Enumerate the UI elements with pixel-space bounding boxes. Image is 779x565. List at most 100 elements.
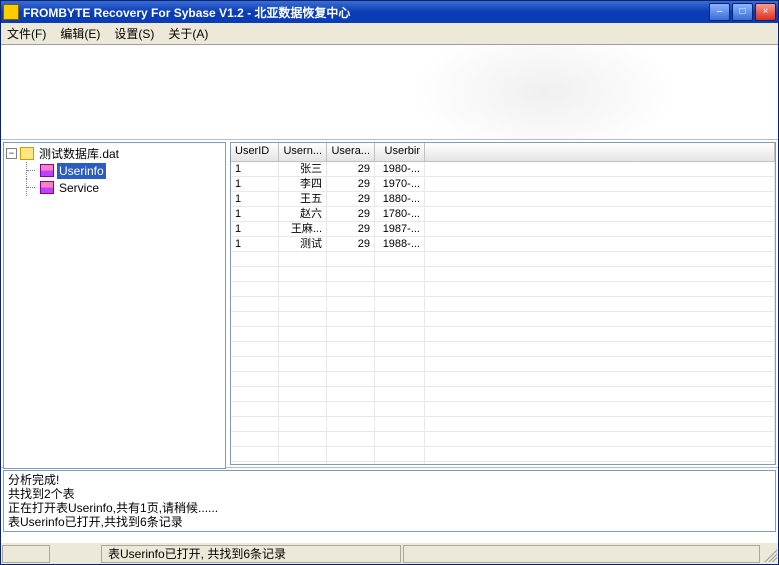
log-line: 正在打开表Userinfo,共有1页,请稍候...... xyxy=(8,501,771,515)
table-cell xyxy=(425,447,775,461)
tree-item[interactable]: Userinfo xyxy=(26,162,223,179)
table-cell xyxy=(327,402,375,416)
close-button[interactable]: × xyxy=(755,3,776,21)
table-row[interactable]: 1测试291988-... xyxy=(231,237,775,252)
table-row[interactable]: 1张三291980-... xyxy=(231,162,775,177)
table-cell xyxy=(425,327,775,341)
table-row[interactable]: 1李四291970-... xyxy=(231,177,775,192)
table-cell: 29 xyxy=(327,192,375,206)
table-cell xyxy=(375,327,425,341)
main-panel: − 测试数据库.dat UserinfoService UserID Usern… xyxy=(1,140,778,468)
table-row-empty xyxy=(231,297,775,312)
table-row-empty xyxy=(231,447,775,462)
table-cell: 29 xyxy=(327,162,375,176)
table-row[interactable]: 1王麻...291987-... xyxy=(231,222,775,237)
table-row[interactable]: 1王五291880-... xyxy=(231,192,775,207)
table-cell xyxy=(231,282,279,296)
table-cell xyxy=(425,252,775,266)
menu-settings[interactable]: 设置(S) xyxy=(114,25,154,42)
data-grid[interactable]: UserID Usern... Usera... Userbir 1张三2919… xyxy=(230,142,776,465)
column-header-username[interactable]: Usern... xyxy=(279,143,327,161)
table-cell xyxy=(327,312,375,326)
tree-connector-icon xyxy=(26,162,37,179)
resize-grip-icon[interactable] xyxy=(761,546,777,562)
table-cell xyxy=(231,447,279,461)
window-controls: – □ × xyxy=(709,3,776,21)
tree-item-label: Service xyxy=(57,180,101,196)
window-title: FROMBYTE Recovery For Sybase V1.2 - 北亚数据… xyxy=(23,4,709,21)
app-icon xyxy=(3,4,19,20)
table-cell xyxy=(231,387,279,401)
table-cell xyxy=(375,387,425,401)
table-cell xyxy=(231,327,279,341)
table-cell xyxy=(425,372,775,386)
table-cell xyxy=(279,417,327,431)
table-cell: 1780-... xyxy=(375,207,425,221)
column-header-userbirth[interactable]: Userbir xyxy=(375,143,425,161)
table-cell: 29 xyxy=(327,222,375,236)
table-cell xyxy=(375,372,425,386)
status-bar: 表Userinfo已打开, 共找到6条记录 xyxy=(1,542,778,564)
table-cell: 赵六 xyxy=(279,207,327,221)
column-header-userid[interactable]: UserID xyxy=(231,143,279,161)
column-header-spacer xyxy=(425,143,775,161)
title-bar: FROMBYTE Recovery For Sybase V1.2 - 北亚数据… xyxy=(1,1,778,23)
table-cell xyxy=(375,282,425,296)
menu-file[interactable]: 文件(F) xyxy=(7,25,46,42)
table-cell xyxy=(279,252,327,266)
table-cell xyxy=(231,267,279,281)
tree-root-row[interactable]: − 测试数据库.dat xyxy=(6,145,223,162)
maximize-button[interactable]: □ xyxy=(732,3,753,21)
table-cell xyxy=(279,327,327,341)
table-cell xyxy=(375,252,425,266)
table-cell: 张三 xyxy=(279,162,327,176)
table-cell xyxy=(425,342,775,356)
table-cell xyxy=(327,252,375,266)
table-cell xyxy=(425,222,775,236)
table-cell: 1970-... xyxy=(375,177,425,191)
column-header-userage[interactable]: Usera... xyxy=(327,143,375,161)
table-cell xyxy=(327,267,375,281)
table-row-empty xyxy=(231,402,775,417)
table-cell xyxy=(327,327,375,341)
table-cell xyxy=(231,357,279,371)
log-pane[interactable]: 分析完成!共找到2个表正在打开表Userinfo,共有1页,请稍候......表… xyxy=(3,470,776,532)
database-icon xyxy=(20,147,34,160)
table-cell xyxy=(425,462,775,464)
table-row-empty xyxy=(231,432,775,447)
table-cell xyxy=(279,312,327,326)
table-cell xyxy=(425,357,775,371)
table-cell xyxy=(231,297,279,311)
table-cell: 1 xyxy=(231,222,279,236)
table-row[interactable]: 1赵六291780-... xyxy=(231,207,775,222)
table-cell xyxy=(231,417,279,431)
table-row-empty xyxy=(231,267,775,282)
table-cell xyxy=(375,447,425,461)
table-cell xyxy=(231,432,279,446)
tree-toggle-icon[interactable]: − xyxy=(6,148,17,159)
table-cell xyxy=(279,447,327,461)
table-cell xyxy=(425,282,775,296)
tree-pane[interactable]: − 测试数据库.dat UserinfoService xyxy=(3,142,226,469)
minimize-button[interactable]: – xyxy=(709,3,730,21)
table-cell xyxy=(425,432,775,446)
table-cell: 1987-... xyxy=(375,222,425,236)
table-cell: 王五 xyxy=(279,192,327,206)
table-row-empty xyxy=(231,327,775,342)
table-cell xyxy=(231,342,279,356)
log-line: 分析完成! xyxy=(8,473,771,487)
menu-about[interactable]: 关于(A) xyxy=(168,25,208,42)
table-icon xyxy=(40,181,54,194)
table-cell xyxy=(231,372,279,386)
tree-item[interactable]: Service xyxy=(26,179,223,196)
log-line: 表Userinfo已打开,共找到6条记录 xyxy=(8,515,771,529)
table-cell xyxy=(279,342,327,356)
tree-item-label: Userinfo xyxy=(57,163,106,179)
table-cell xyxy=(327,282,375,296)
table-cell xyxy=(327,447,375,461)
table-row-empty xyxy=(231,372,775,387)
table-cell xyxy=(375,267,425,281)
table-cell xyxy=(231,252,279,266)
menu-edit[interactable]: 编辑(E) xyxy=(60,25,100,42)
table-cell xyxy=(425,207,775,221)
